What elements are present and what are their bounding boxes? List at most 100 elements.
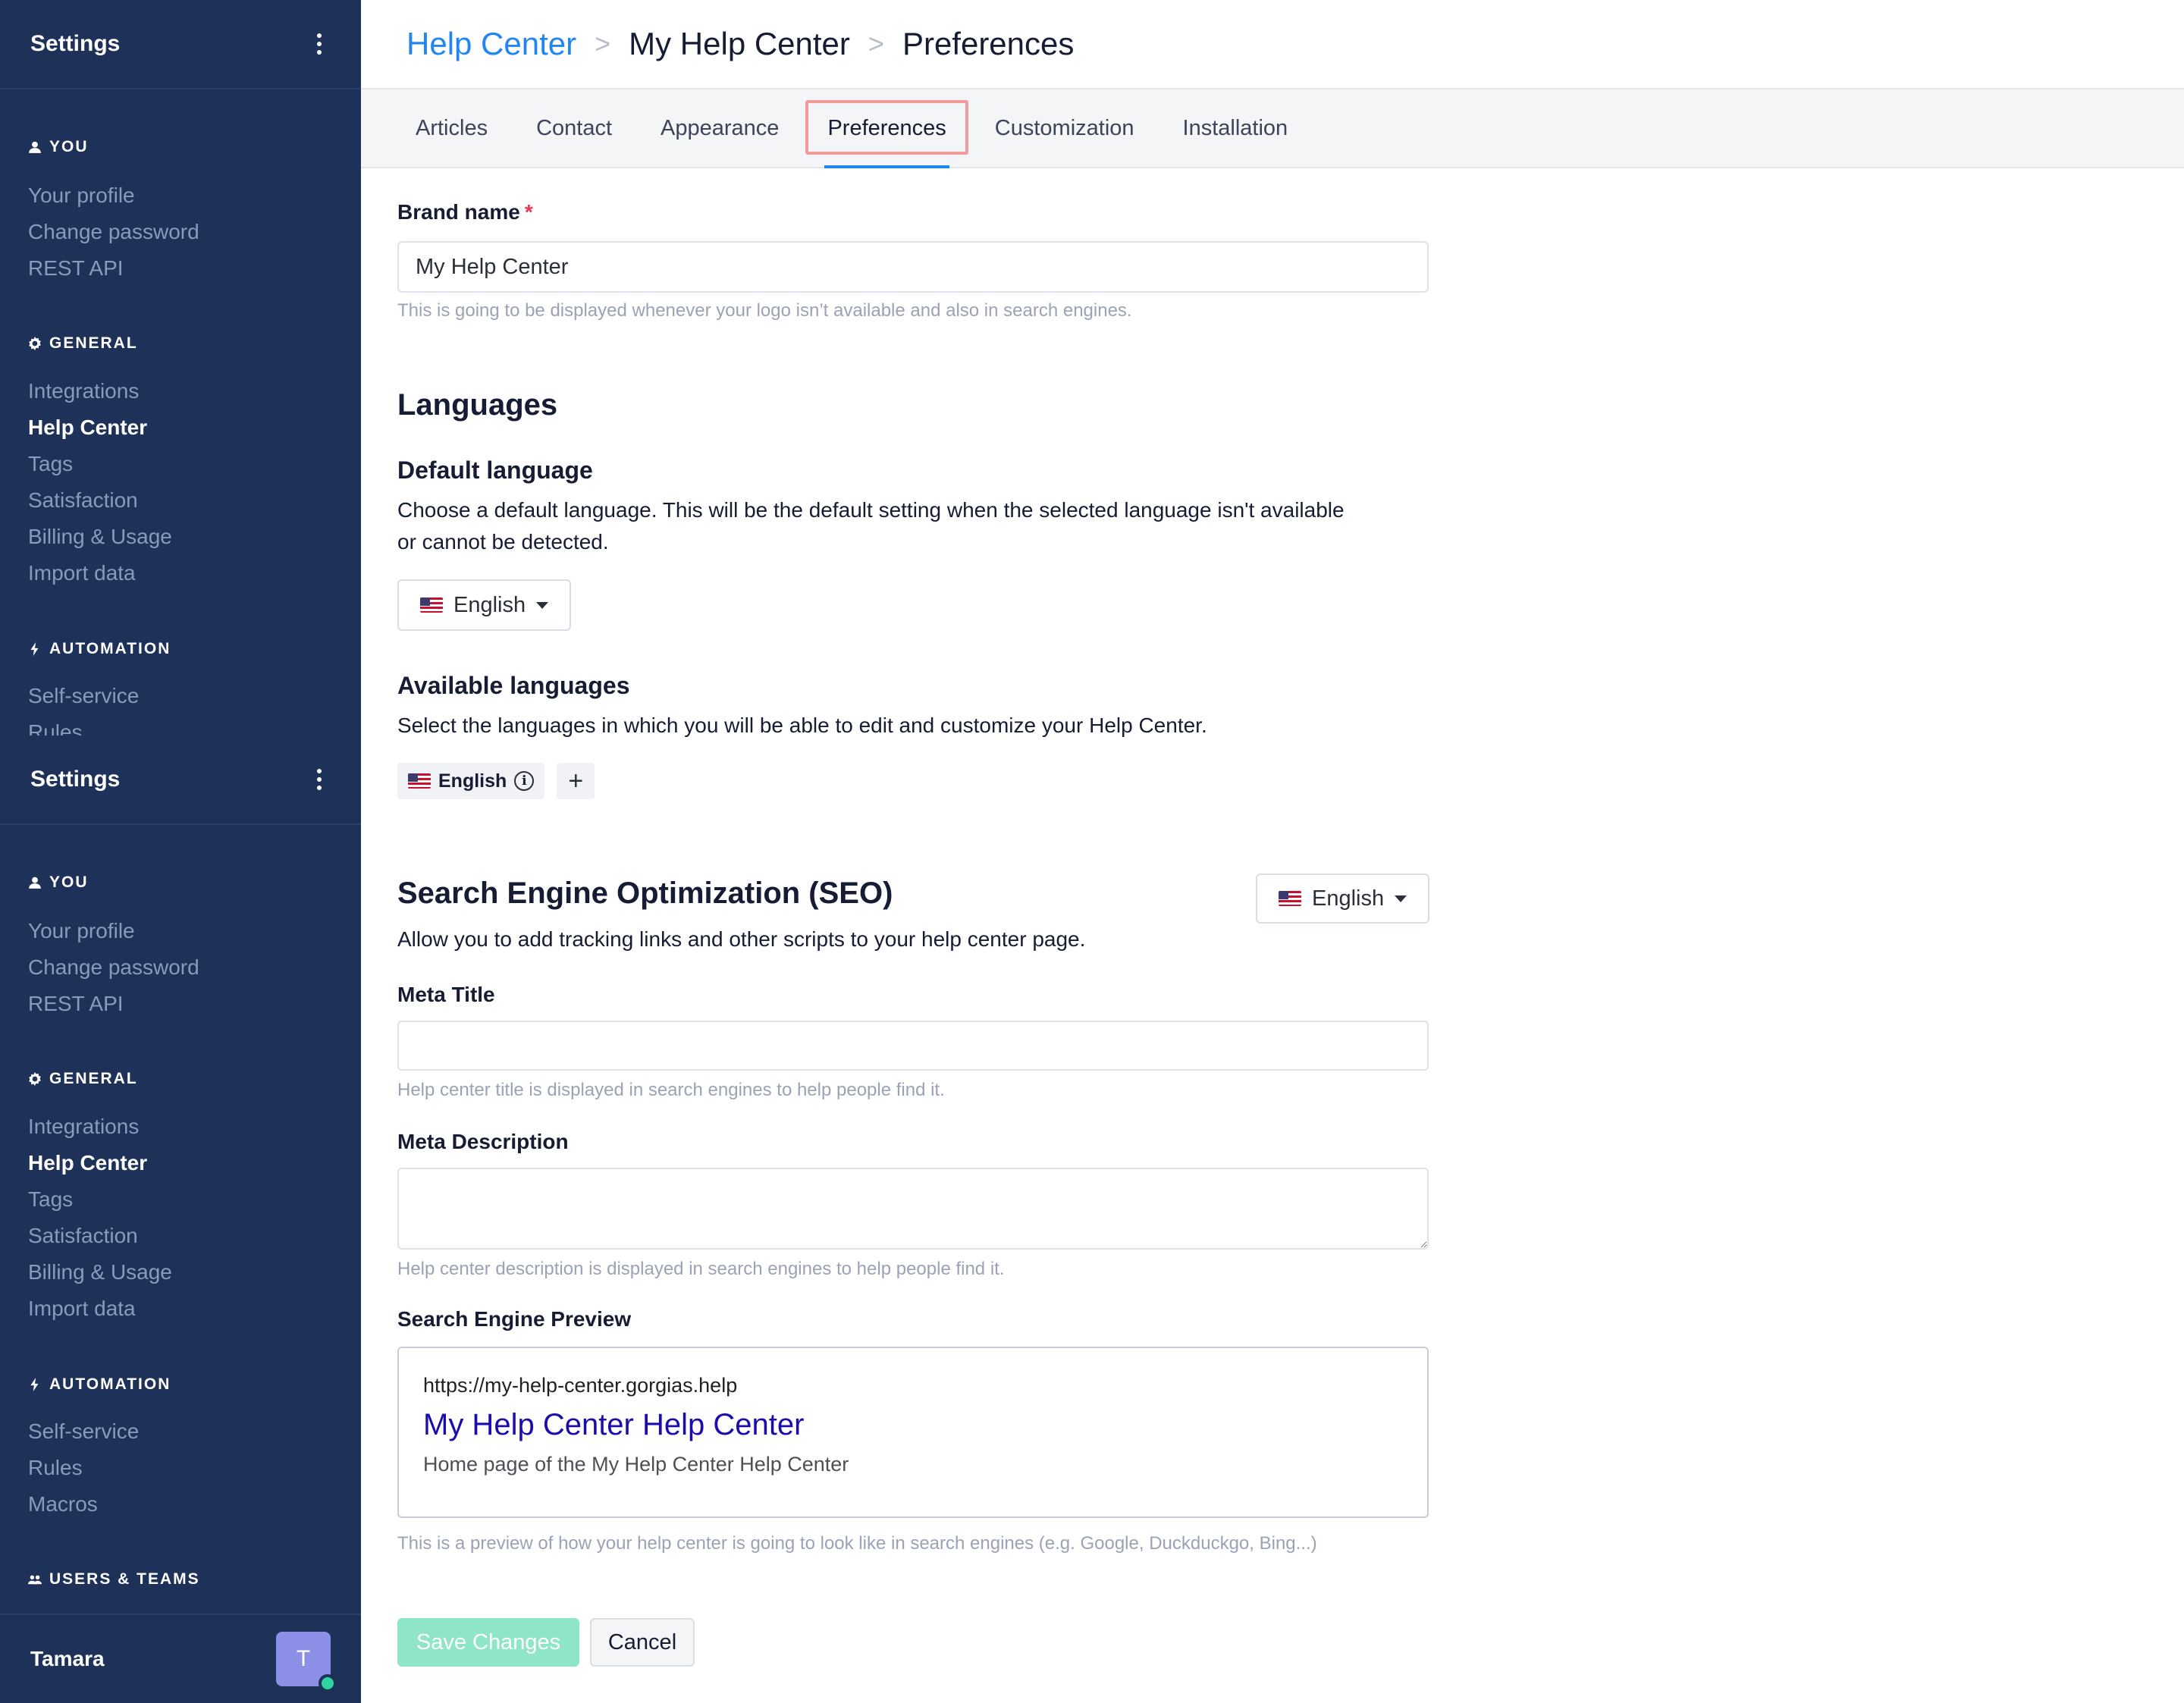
brand-name-input[interactable] <box>397 241 1429 293</box>
seo-language-dropdown[interactable]: English <box>1256 873 1430 924</box>
sidebar-item-integrations[interactable]: Integrations <box>28 1109 172 1145</box>
sidebar-user-footer[interactable]: Tamara T <box>0 1614 361 1703</box>
sidebar-item-rest-api[interactable]: REST API <box>28 986 199 1022</box>
sidebar-item-billing-usage[interactable]: Billing & Usage <box>28 1254 172 1291</box>
user-icon <box>29 141 41 153</box>
languages-heading: Languages <box>397 388 558 422</box>
cancel-button[interactable]: Cancel <box>590 1618 695 1667</box>
tab-customization[interactable]: Customization <box>971 89 1159 167</box>
breadcrumb-separator: > <box>868 28 884 59</box>
seo-heading: Search Engine Optimization (SEO) <box>397 877 893 910</box>
add-language-button[interactable]: + <box>557 763 595 799</box>
tab-preferences[interactable]: Preferences <box>803 89 970 168</box>
available-languages-desc: Select the languages in which you will b… <box>397 714 1207 737</box>
bolt-icon <box>30 1378 39 1391</box>
sidebar-section-automation: AUTOMATION <box>0 1372 199 1397</box>
breadcrumb-help-center[interactable]: Help Center <box>406 26 576 62</box>
tab-appearance[interactable]: Appearance <box>636 89 803 167</box>
us-flag-icon <box>420 597 443 613</box>
brand-name-label: Brand name * <box>397 200 533 224</box>
sidebar-title: Settings <box>30 31 121 56</box>
available-languages-list: English i + <box>397 763 595 799</box>
sidebar-item-self-service[interactable]: Self-service <box>28 1413 139 1450</box>
sidebar: Settings YOU Your profile Change passwor… <box>0 0 361 1703</box>
breadcrumb-separator: > <box>595 28 611 59</box>
breadcrumb-my-help-center: My Help Center <box>629 26 850 61</box>
sidebar-item-change-password[interactable]: Change password <box>28 949 199 986</box>
info-icon[interactable]: i <box>514 771 535 791</box>
main-content: Help Center > My Help Center > Preferenc… <box>361 0 2184 1703</box>
users-icon <box>28 1575 42 1585</box>
sidebar-section-general: GENERAL <box>0 1067 166 1091</box>
preview-title: My Help Center Help Center <box>423 1408 805 1441</box>
more-options-icon[interactable] <box>308 764 331 795</box>
meta-description-help: Help center description is displayed in … <box>397 1259 1005 1279</box>
section-heading-automation: AUTOMATION <box>49 640 171 657</box>
bolt-icon <box>30 642 39 656</box>
caret-down-icon <box>1395 895 1407 902</box>
default-language-dropdown[interactable]: English <box>397 579 572 631</box>
sidebar-item-tags[interactable]: Tags <box>28 446 172 482</box>
section-heading-automation: AUTOMATION <box>49 1375 171 1393</box>
sidebar-section-you: YOU <box>0 870 117 895</box>
sidebar-item-self-service[interactable]: Self-service <box>28 678 139 714</box>
sidebar-item-change-password[interactable]: Change password <box>28 214 199 250</box>
sidebar-section-you: YOU <box>0 135 117 159</box>
tab-articles[interactable]: Articles <box>391 89 512 167</box>
us-flag-icon <box>1279 891 1301 906</box>
breadcrumb: Help Center > My Help Center > Preferenc… <box>361 0 2184 89</box>
preview-description: Home page of the My Help Center Help Cen… <box>423 1453 849 1476</box>
meta-title-input[interactable] <box>397 1021 1429 1071</box>
preview-url: https://my-help-center.gorgias.help <box>423 1374 738 1397</box>
seo-desc: Allow you to add tracking links and othe… <box>397 927 1086 951</box>
default-language-value: English <box>453 592 526 617</box>
sidebar-title: Settings <box>30 767 121 792</box>
sidebar-item-billing-usage[interactable]: Billing & Usage <box>28 519 172 555</box>
required-mark: * <box>524 200 533 224</box>
caret-down-icon <box>536 601 549 609</box>
section-heading-general: GENERAL <box>49 1070 138 1087</box>
save-changes-button[interactable]: Save Changes <box>397 1618 579 1667</box>
tab-contact[interactable]: Contact <box>512 89 636 167</box>
sidebar-item-help-center[interactable]: Help Center <box>28 409 172 446</box>
section-heading-users-teams: USERS & TEAMS <box>49 1570 200 1588</box>
sidebar-item-macros[interactable]: Macros <box>28 1486 139 1523</box>
sidebar-item-satisfaction[interactable]: Satisfaction <box>28 482 172 519</box>
sidebar-panel-bottom: Settings YOU Your profile Change passwor… <box>0 735 361 1703</box>
sidebar-item-rules[interactable]: Rules <box>28 714 139 735</box>
avatar[interactable]: T <box>276 1632 337 1692</box>
tab-bar: Articles Contact Appearance Preferences … <box>361 89 2184 168</box>
sidebar-item-help-center[interactable]: Help Center <box>28 1145 172 1181</box>
sidebar-item-your-profile[interactable]: Your profile <box>28 913 199 949</box>
sidebar-section-users-teams: USERS & TEAMS <box>0 1567 228 1592</box>
sidebar-item-rest-api[interactable]: REST API <box>28 250 199 287</box>
sidebar-item-tags[interactable]: Tags <box>28 1181 172 1218</box>
sidebar-section-general: GENERAL <box>0 331 166 356</box>
sidebar-panel-top: Settings YOU Your profile Change passwor… <box>0 0 361 735</box>
language-chip-english[interactable]: English i <box>397 763 545 799</box>
sidebar-header: Settings <box>0 735 361 825</box>
tab-installation[interactable]: Installation <box>1159 89 1313 167</box>
gear-icon <box>29 337 41 350</box>
meta-description-textarea[interactable] <box>397 1168 1429 1250</box>
form-actions: Save Changes Cancel <box>397 1618 695 1667</box>
sidebar-item-rules[interactable]: Rules <box>28 1450 139 1486</box>
sidebar-item-import-data[interactable]: Import data <box>28 555 172 591</box>
search-engine-preview-help: This is a preview of how your help cente… <box>397 1533 1317 1554</box>
sidebar-item-your-profile[interactable]: Your profile <box>28 177 199 214</box>
avatar-initial: T <box>296 1646 311 1671</box>
sidebar-section-automation: AUTOMATION <box>0 637 199 661</box>
breadcrumb-current-page: Preferences <box>902 26 1075 61</box>
more-options-icon[interactable] <box>308 29 331 59</box>
sidebar-item-satisfaction[interactable]: Satisfaction <box>28 1218 172 1254</box>
search-engine-preview-label: Search Engine Preview <box>397 1307 632 1331</box>
sidebar-item-import-data[interactable]: Import data <box>28 1291 172 1327</box>
default-language-desc: Choose a default language. This will be … <box>397 498 1345 554</box>
sidebar-header: Settings <box>0 0 361 89</box>
sidebar-item-integrations[interactable]: Integrations <box>28 373 172 409</box>
online-status-icon <box>318 1674 337 1692</box>
default-language-heading: Default language <box>397 456 593 484</box>
meta-title-help: Help center title is displayed in search… <box>397 1080 945 1100</box>
user-icon <box>29 877 41 889</box>
section-heading-general: GENERAL <box>49 334 138 352</box>
